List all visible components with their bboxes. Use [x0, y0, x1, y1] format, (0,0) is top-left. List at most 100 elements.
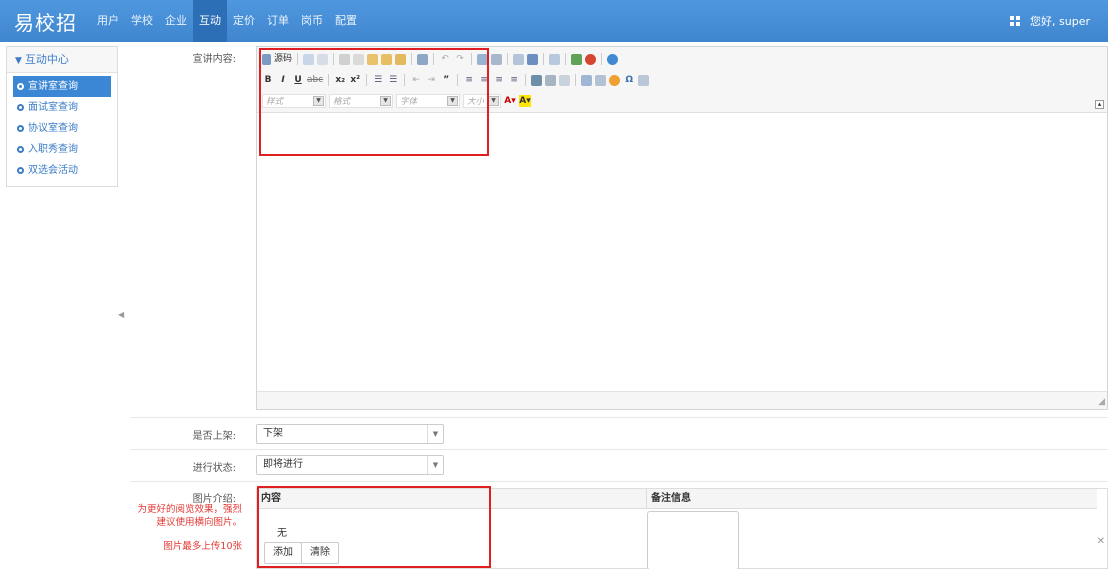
row-divider [130, 449, 1108, 450]
size-combo[interactable]: 大小 ▼ [463, 94, 501, 108]
flash-icon[interactable] [585, 53, 597, 65]
combo-label: 字体 [400, 97, 418, 107]
source-button[interactable]: 源码 [274, 53, 292, 65]
onshelf-select[interactable]: 下架 ▼ [256, 424, 444, 444]
bold-icon[interactable]: B [262, 74, 274, 86]
chevron-down-icon: ▼ [427, 425, 443, 443]
special-char-icon[interactable]: Ω [623, 74, 635, 86]
brand-logo[interactable]: 易校招 [14, 7, 77, 36]
align-left-icon[interactable]: ≡ [463, 74, 475, 86]
horizontal-rule-icon[interactable] [595, 74, 607, 86]
undo-icon[interactable]: ↶ [439, 53, 451, 65]
editor-toolbar: 源码 ↶ ↷ B I U abc x₂ x² ☰ ☰ ⇤ ⇥ ” ≡ ≡ ≡ ≡… [257, 47, 1107, 113]
nav-interaction[interactable]: 互动 [193, 0, 227, 42]
page-break-icon[interactable] [638, 74, 650, 86]
rich-text-editor[interactable]: 源码 ↶ ↷ B I U abc x₂ x² ☰ ☰ ⇤ ⇥ ” ≡ ≡ ≡ ≡… [256, 46, 1108, 410]
note-textarea[interactable] [647, 511, 739, 569]
image-icon[interactable] [571, 53, 583, 65]
redo-icon[interactable]: ↷ [454, 53, 466, 65]
dropdown-icon: ▼ [380, 96, 391, 106]
outdent-icon[interactable]: ⇤ [410, 74, 422, 86]
cut-icon[interactable] [339, 53, 351, 65]
spellcheck-icon[interactable] [549, 53, 561, 65]
circle-arrow-icon [17, 146, 24, 153]
sidebar-item-label: 入职秀查询 [28, 144, 78, 155]
add-button[interactable]: 添加 [264, 542, 302, 564]
sidebar-item-label: 面试室查询 [28, 102, 78, 113]
format-combo[interactable]: 格式 ▼ [329, 94, 393, 108]
sidebar-header[interactable]: ▼ 互动中心 [7, 47, 117, 73]
about-icon[interactable] [607, 53, 619, 65]
text-color-icon[interactable]: A▾ [504, 95, 516, 107]
replace-icon[interactable] [491, 53, 503, 65]
style-combo[interactable]: 样式 ▼ [262, 94, 326, 108]
copy-icon[interactable] [353, 53, 365, 65]
nav-schools[interactable]: 学校 [125, 0, 159, 42]
print-icon[interactable] [417, 53, 429, 65]
nav-companies[interactable]: 企业 [159, 0, 193, 42]
table-icon[interactable] [581, 74, 593, 86]
smiley-icon[interactable] [609, 74, 621, 86]
sidebar-item-agreement-room[interactable]: 协议室查询 [7, 118, 117, 139]
align-justify-icon[interactable]: ≡ [508, 74, 520, 86]
font-combo[interactable]: 字体 ▼ [396, 94, 460, 108]
nav-users[interactable]: 用户 [91, 0, 125, 42]
strikethrough-icon[interactable]: abc [307, 74, 323, 86]
image-limit-note: 图片最多上传10张 [163, 541, 242, 552]
sidebar-item-label: 双选会活动 [28, 165, 78, 176]
blockquote-icon[interactable]: ” [440, 74, 452, 86]
status-select[interactable]: 即将进行 ▼ [256, 455, 444, 475]
select-all-icon[interactable] [513, 53, 525, 65]
chevron-down-icon: ▼ [427, 456, 443, 474]
close-icon[interactable]: ✕ [1097, 536, 1105, 547]
col-header-note: 备注信息 [647, 489, 1097, 509]
new-page-icon[interactable] [303, 53, 315, 65]
dropdown-icon: ▼ [447, 96, 458, 106]
chevron-down-icon: ▼ [15, 56, 22, 66]
italic-icon[interactable]: I [277, 74, 289, 86]
eraser-icon[interactable] [527, 53, 539, 65]
subscript-icon[interactable]: x₂ [334, 74, 346, 86]
source-icon[interactable] [262, 53, 271, 65]
align-right-icon[interactable]: ≡ [493, 74, 505, 86]
unlink-icon[interactable] [545, 74, 557, 86]
superscript-icon[interactable]: x² [349, 74, 361, 86]
sidebar-item-interview-room[interactable]: 面试室查询 [7, 97, 117, 118]
align-center-icon[interactable]: ≡ [478, 74, 490, 86]
underline-icon[interactable]: U [292, 74, 304, 86]
ordered-list-icon[interactable]: ☰ [372, 74, 384, 86]
dropdown-icon: ▼ [313, 96, 324, 106]
nav-config[interactable]: 配置 [329, 0, 363, 42]
combo-label: 格式 [333, 97, 351, 107]
toolbar-collapse-icon[interactable]: ▴ [1095, 100, 1104, 109]
sidebar-item-lecture-room[interactable]: 宣讲室查询 [13, 76, 111, 97]
image-table: 内容 备注信息 无 添加 清除 ✕ [256, 488, 1108, 569]
user-menu[interactable]: 您好, super [1010, 0, 1090, 42]
sidebar-item-label: 协议室查询 [28, 123, 78, 134]
paste-text-icon[interactable] [381, 53, 393, 65]
unordered-list-icon[interactable]: ☰ [387, 74, 399, 86]
paste-icon[interactable] [367, 53, 379, 65]
dropdown-icon: ▼ [488, 96, 499, 106]
bg-color-icon[interactable]: A▾ [519, 95, 531, 107]
collapse-sidebar-icon[interactable]: ◀ [118, 310, 124, 319]
indent-icon[interactable]: ⇥ [425, 74, 437, 86]
preview-icon[interactable] [317, 53, 329, 65]
top-navbar: 易校招 用户 学校 企业 互动 定价 订单 岗币 配置 您好, super [0, 0, 1108, 42]
nav-coins[interactable]: 岗币 [295, 0, 329, 42]
combo-label: 样式 [266, 97, 284, 107]
link-icon[interactable] [531, 74, 543, 86]
status-label: 进行状态: [192, 463, 236, 474]
circle-arrow-icon [17, 167, 24, 174]
sidebar-item-onboarding-show[interactable]: 入职秀查询 [7, 139, 117, 160]
anchor-icon[interactable] [559, 74, 571, 86]
find-icon[interactable] [477, 53, 489, 65]
paste-word-icon[interactable] [395, 53, 407, 65]
sidebar-item-job-fair[interactable]: 双选会活动 [7, 160, 117, 181]
resize-handle-icon[interactable]: ◢ [1098, 397, 1105, 407]
nav-orders[interactable]: 订单 [261, 0, 295, 42]
nav-pricing[interactable]: 定价 [227, 0, 261, 42]
clear-button[interactable]: 清除 [301, 542, 339, 564]
toolbar-row-2: B I U abc x₂ x² ☰ ☰ ⇤ ⇥ ” ≡ ≡ ≡ ≡ Ω [262, 72, 650, 88]
row-divider [130, 481, 1108, 482]
